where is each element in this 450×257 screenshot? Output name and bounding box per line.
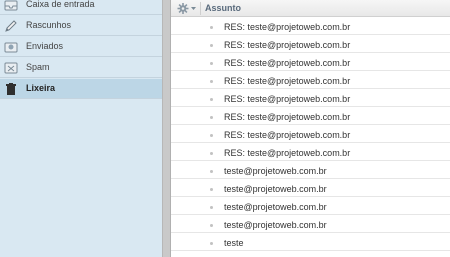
folder-inbox[interactable]: Caixa de entrada <box>0 0 162 15</box>
message-row[interactable]: RES: teste@projetoweb.com.br <box>171 89 450 107</box>
message-row[interactable]: RES: teste@projetoweb.com.br <box>171 107 450 125</box>
status-dot-icon <box>210 80 213 83</box>
message-subject: RES: teste@projetoweb.com.br <box>224 22 351 32</box>
message-subject: RES: teste@projetoweb.com.br <box>224 76 351 86</box>
message-row[interactable]: teste@projetoweb.com.br <box>171 197 450 215</box>
spam-icon <box>4 61 18 75</box>
inbox-icon <box>4 0 18 12</box>
message-row[interactable]: teste@projetoweb.com.br <box>171 161 450 179</box>
status-dot-icon <box>210 224 213 227</box>
status-dot-icon <box>210 152 213 155</box>
message-subject: teste@projetoweb.com.br <box>224 202 327 212</box>
list-options-button[interactable] <box>176 2 198 15</box>
message-row[interactable]: RES: teste@projetoweb.com.br <box>171 143 450 161</box>
message-row[interactable]: RES: teste@projetoweb.com.br <box>171 35 450 53</box>
message-subject: RES: teste@projetoweb.com.br <box>224 94 351 104</box>
trash-icon <box>4 82 18 96</box>
status-dot-icon <box>210 134 213 137</box>
column-header-subject[interactable]: Assunto <box>205 3 241 13</box>
status-dot-icon <box>210 242 213 245</box>
message-row[interactable]: RES: teste@projetoweb.com.br <box>171 17 450 35</box>
status-dot-icon <box>210 116 213 119</box>
folder-drafts[interactable]: Rascunhos <box>0 16 162 36</box>
folder-label: Spam <box>26 62 50 72</box>
message-subject: RES: teste@projetoweb.com.br <box>224 58 351 68</box>
column-divider <box>200 2 201 15</box>
folder-label: Rascunhos <box>26 20 72 30</box>
message-subject: teste@projetoweb.com.br <box>224 166 327 176</box>
status-dot-icon <box>210 26 213 29</box>
message-row[interactable]: RES: teste@projetoweb.com.br <box>171 71 450 89</box>
folder-trash[interactable]: Lixeira <box>0 79 162 99</box>
folder-label: Enviados <box>26 41 64 51</box>
message-list: Assunto RES: teste@projetoweb.com.br RES… <box>171 0 450 257</box>
message-subject: RES: teste@projetoweb.com.br <box>224 40 351 50</box>
status-dot-icon <box>210 44 213 47</box>
message-subject: RES: teste@projetoweb.com.br <box>224 112 351 122</box>
message-list-header: Assunto <box>171 0 450 17</box>
message-subject: RES: teste@projetoweb.com.br <box>224 130 351 140</box>
sent-icon <box>4 40 18 54</box>
status-dot-icon <box>210 170 213 173</box>
message-row[interactable]: RES: teste@projetoweb.com.br <box>171 125 450 143</box>
folder-label: Caixa de entrada <box>26 0 95 9</box>
message-row[interactable]: RES: teste@projetoweb.com.br <box>171 53 450 71</box>
status-dot-icon <box>210 206 213 209</box>
status-dot-icon <box>210 62 213 65</box>
folder-sent[interactable]: Enviados <box>0 37 162 57</box>
message-subject: teste@projetoweb.com.br <box>224 184 327 194</box>
status-dot-icon <box>210 98 213 101</box>
pane-splitter[interactable] <box>162 0 171 257</box>
folder-spam[interactable]: Spam <box>0 58 162 78</box>
status-dot-icon <box>210 188 213 191</box>
pencil-icon <box>4 19 18 33</box>
message-subject: teste@projetoweb.com.br <box>224 220 327 230</box>
folder-label: Lixeira <box>26 83 56 93</box>
message-row[interactable]: teste@projetoweb.com.br <box>171 215 450 233</box>
message-subject: teste <box>224 238 244 248</box>
message-row[interactable]: teste@projetoweb.com.br <box>171 179 450 197</box>
message-subject: RES: teste@projetoweb.com.br <box>224 148 351 158</box>
message-row[interactable]: teste <box>171 233 450 251</box>
gear-icon <box>177 3 196 14</box>
folder-sidebar: Caixa de entrada Rascunhos Enviados Spam… <box>0 0 162 257</box>
